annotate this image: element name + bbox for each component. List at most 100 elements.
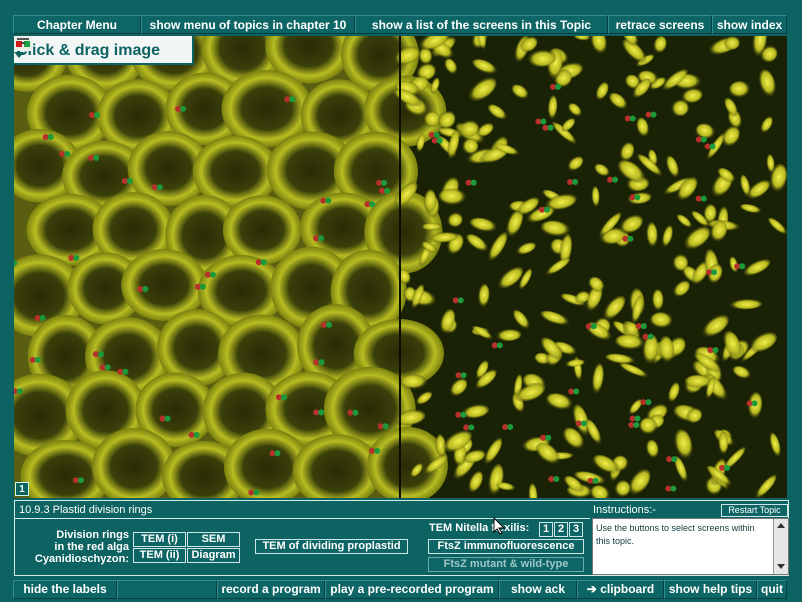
instructions-scrollbar[interactable]	[773, 519, 788, 574]
anaglyph-dot	[64, 150, 71, 157]
anaglyph-dot	[39, 314, 46, 321]
chapter-menu-button[interactable]: Chapter Menu	[13, 15, 141, 34]
ftsz-mutant-button[interactable]: FtsZ mutant & wild-type	[428, 557, 584, 572]
nitella-1-button[interactable]: 1	[539, 522, 553, 537]
tem-dividing-proplastid-button[interactable]: TEM of dividing proplastid	[255, 539, 408, 554]
clipboard-label: clipboard	[600, 582, 655, 596]
division-rings-label: Division rings in the red alga Cyanidios…	[19, 529, 129, 565]
anaglyph-dot	[126, 178, 133, 185]
anaglyph-dot	[289, 96, 296, 103]
division-label-line: Cyanidioschyzon:	[34, 553, 129, 565]
topics-menu-button[interactable]: show menu of topics in chapter 10	[141, 15, 355, 34]
clipboard-arrow-icon: ➔	[586, 582, 597, 596]
stereo-glasses-icon[interactable]	[14, 36, 32, 51]
anaglyph-dot	[280, 394, 287, 401]
anaglyph-dot	[369, 201, 376, 208]
chloroplast-shape	[400, 374, 429, 390]
instructions-box: Use the buttons to select screens within…	[592, 518, 789, 575]
diagram-button[interactable]: Diagram	[187, 548, 240, 563]
nitella-3-button[interactable]: 3	[569, 522, 583, 537]
drag-hint-text: Click & drag image	[16, 42, 161, 59]
anaglyph-dot	[700, 195, 707, 202]
anaglyph-dot	[612, 176, 619, 183]
anaglyph-dot	[709, 143, 716, 150]
tem-i-button[interactable]: TEM (i)	[133, 532, 186, 547]
anaglyph-dot	[457, 297, 464, 304]
play-program-button[interactable]: play a pre-recorded program	[325, 580, 499, 599]
instructions-label: Instructions:-	[593, 504, 656, 516]
stereo-divider	[399, 36, 401, 498]
tem-ii-button[interactable]: TEM (ii)	[133, 548, 186, 563]
anaglyph-dot	[374, 447, 381, 454]
anaglyph-dot	[634, 194, 641, 201]
anaglyph-dot	[104, 364, 111, 371]
anaglyph-dot	[592, 477, 599, 484]
anaglyph-dot	[274, 450, 281, 457]
instructions-text: Use the buttons to select screens within…	[596, 523, 755, 546]
anaglyph-dot	[164, 415, 171, 422]
anaglyph-dot	[580, 420, 587, 427]
quit-button[interactable]: quit	[757, 580, 787, 599]
ftsz-immunofluorescence-button[interactable]: FtsZ immunofluorescence	[428, 539, 584, 554]
anaglyph-dot	[16, 388, 23, 395]
anaglyph-dot	[47, 134, 54, 141]
bottom-spacer	[117, 580, 217, 599]
anaglyph-dot	[468, 424, 475, 431]
anaglyph-dot	[629, 115, 636, 122]
anaglyph-dot	[352, 409, 359, 416]
anaglyph-dot	[73, 254, 80, 261]
division-label-line: Division rings	[56, 529, 129, 541]
anaglyph-dot	[34, 356, 41, 363]
show-help-tips-button[interactable]: show help tips	[664, 580, 757, 599]
show-ack-button[interactable]: show ack	[499, 580, 577, 599]
anaglyph-dot	[507, 424, 514, 431]
anaglyph-dot	[633, 422, 640, 429]
anaglyph-dot	[318, 359, 325, 366]
frame-number-badge[interactable]: 1	[15, 482, 29, 496]
anaglyph-dot	[460, 372, 467, 379]
top-menu-bar: Chapter Menu show menu of topics in chap…	[0, 0, 802, 36]
anaglyph-dot	[640, 323, 647, 330]
anaglyph-dot	[122, 368, 129, 375]
chloroplast-shape	[729, 80, 751, 99]
anaglyph-dot	[671, 456, 678, 463]
division-label-line: in the red alga	[54, 541, 129, 553]
anaglyph-dot	[382, 423, 389, 430]
anaglyph-dot	[433, 131, 440, 138]
nitella-label: TEM Nitella flexilis:	[429, 522, 530, 534]
anaglyph-dot	[739, 263, 746, 270]
anaglyph-dot	[93, 154, 100, 161]
anaglyph-dot	[645, 399, 652, 406]
anaglyph-dot	[496, 342, 503, 349]
restart-topic-button[interactable]: Restart Topic	[721, 504, 788, 517]
nitella-2-button[interactable]: 2	[554, 522, 568, 537]
anaglyph-dot	[318, 235, 325, 242]
record-program-button[interactable]: record a program	[217, 580, 325, 599]
screen-title: 10.9.3 Plastid division rings	[19, 504, 153, 516]
anaglyph-dot	[199, 283, 206, 290]
drag-image-hint: Click & drag image	[14, 36, 194, 65]
clipboard-button[interactable]: ➔ clipboard	[577, 580, 664, 599]
anaglyph-dot	[544, 206, 551, 213]
scroll-down-icon[interactable]	[777, 564, 785, 569]
anaglyph-dot	[318, 409, 325, 416]
screens-list-button[interactable]: show a list of the screens in this Topic	[355, 15, 608, 34]
retrace-screens-button[interactable]: retrace screens	[608, 15, 712, 34]
left-image-cells	[14, 36, 448, 498]
sem-button[interactable]: SEM	[187, 532, 240, 547]
hide-labels-button[interactable]: hide the labels	[13, 580, 117, 599]
anaglyph-image-viewer[interactable]: Click & drag image 1	[14, 36, 787, 498]
anaglyph-dot	[142, 285, 149, 292]
scroll-up-icon[interactable]	[777, 523, 785, 528]
anaglyph-dot	[209, 271, 216, 278]
anaglyph-dot	[724, 464, 731, 471]
anaglyph-dot	[634, 415, 641, 422]
anaglyph-dot	[77, 477, 84, 484]
anaglyph-dot	[670, 485, 677, 492]
anaglyph-dot	[627, 235, 634, 242]
topic-control-panel: 10.9.3 Plastid division rings Division r…	[14, 500, 789, 576]
anaglyph-dot	[260, 259, 267, 266]
mouse-cursor-icon	[493, 517, 505, 535]
show-index-button[interactable]: show index	[712, 15, 787, 34]
anaglyph-dot	[436, 137, 443, 144]
